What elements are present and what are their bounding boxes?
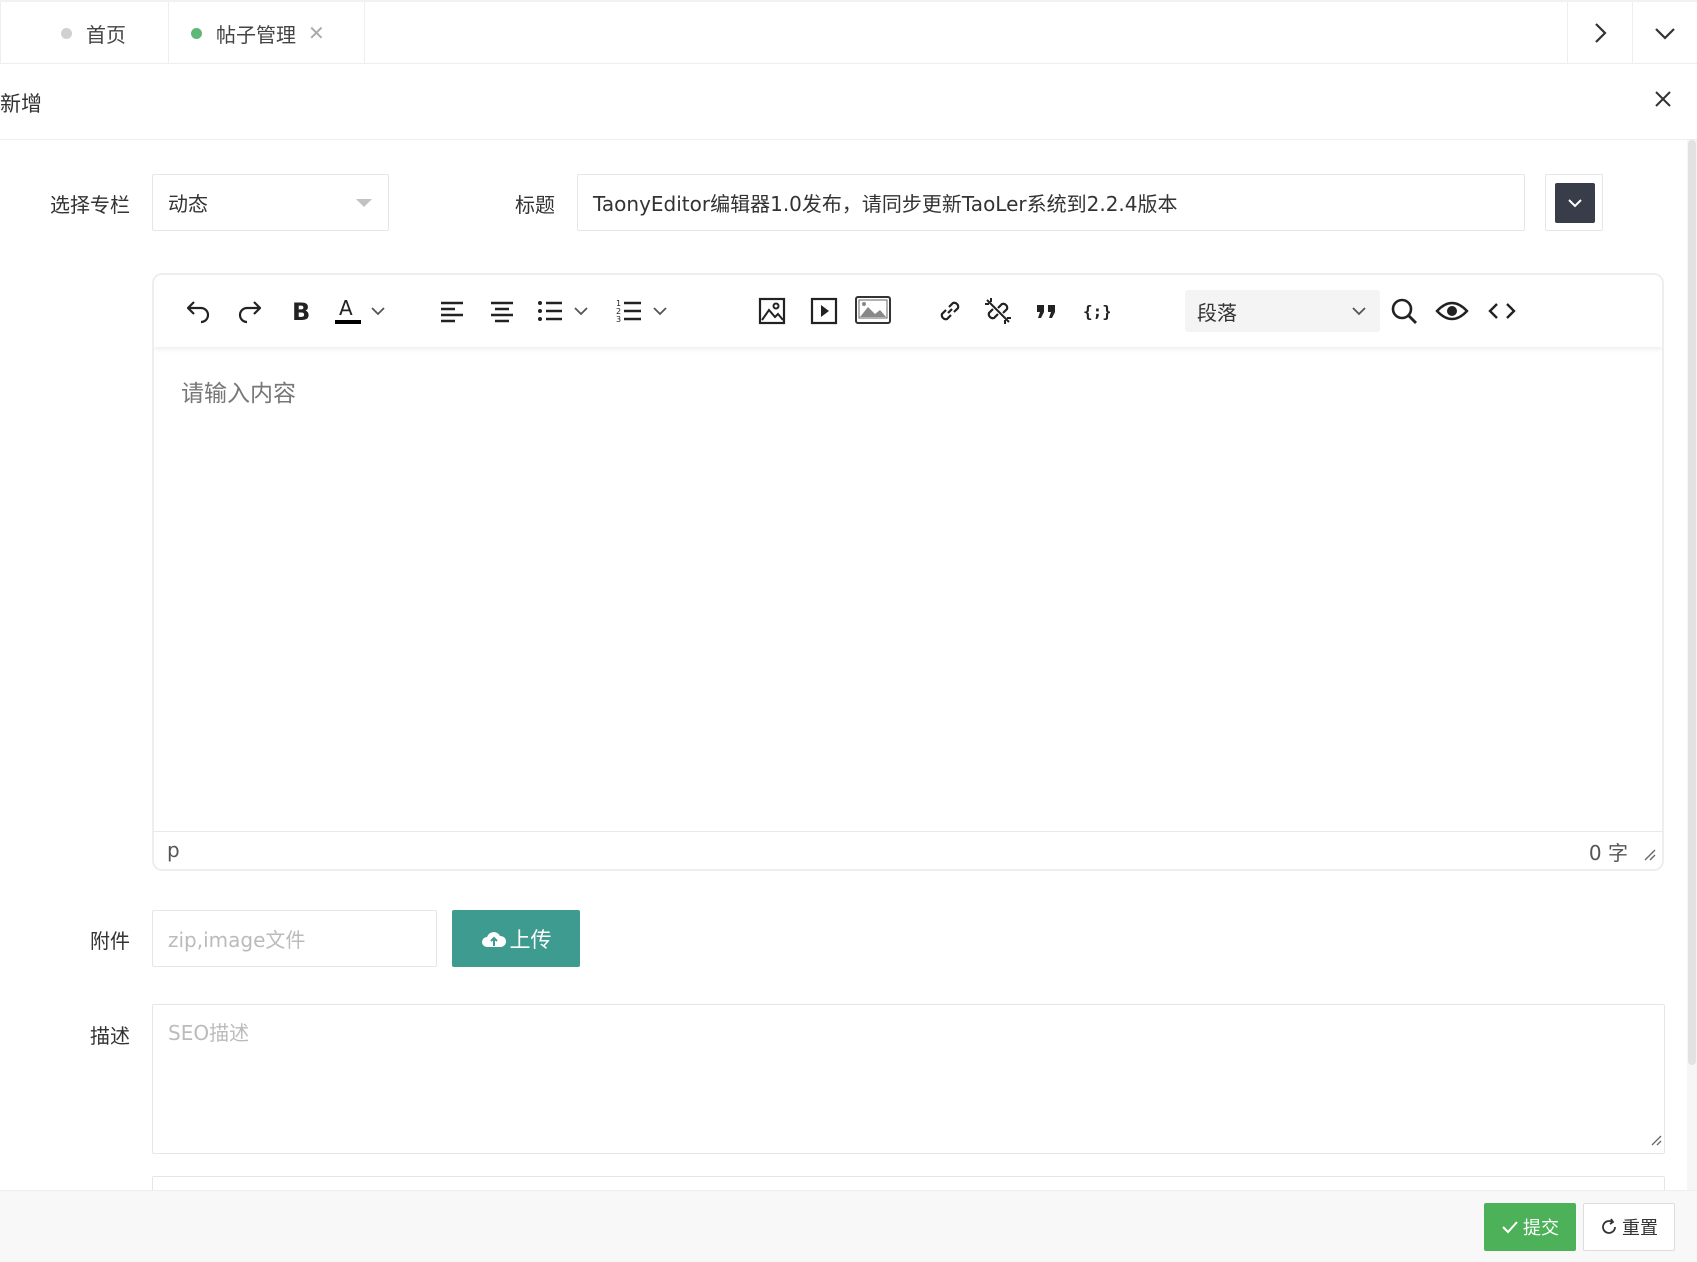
word-count: 0 字 [1588,841,1628,865]
tab-scroll-right-icon[interactable] [1567,2,1632,64]
tab-dot [191,27,202,39]
video-icon[interactable] [806,293,842,329]
chevron-down-icon [1350,301,1368,325]
font-color-chevron-down-icon[interactable] [368,301,388,321]
tab-close-icon[interactable]: ✕ [308,23,325,43]
upload-button[interactable]: 上传 [452,910,580,967]
search-icon[interactable] [1386,293,1422,329]
code-icon[interactable]: {;} [1078,293,1114,329]
submit-button[interactable]: 提交 [1484,1203,1576,1251]
description-textarea[interactable]: SEO描述 [152,1004,1665,1154]
block-format-select[interactable]: 段落 [1185,290,1380,332]
close-icon[interactable] [1650,86,1676,112]
column-label: 选择专栏 [50,193,130,217]
check-icon [1502,1221,1518,1234]
caret-down-icon [356,199,372,207]
svg-text:B: B [292,298,310,324]
bullet-list-icon[interactable] [532,293,568,329]
numbered-list-chevron-down-icon[interactable] [650,301,670,321]
reset-label: 重置 [1622,1218,1658,1239]
refresh-icon [1602,1218,1616,1234]
preview-icon[interactable] [1434,293,1470,329]
resize-grip-icon[interactable] [1650,1127,1662,1151]
attachment-placeholder: zip,image文件 [168,928,306,952]
resize-handle-icon[interactable] [1642,846,1656,865]
block-format-value: 段落 [1197,300,1237,325]
editor-toolbar: B A 123 {;} 段落 [154,275,1662,347]
numbered-list-icon[interactable]: 123 [611,293,647,329]
tab-post-management[interactable]: 帖子管理 ✕ [169,2,365,64]
column-select-value: 动态 [168,192,208,216]
blockquote-icon[interactable] [1029,293,1065,329]
unlink-icon[interactable] [980,293,1016,329]
element-path[interactable]: p [167,838,180,862]
description-label: 描述 [90,1024,130,1048]
reset-button[interactable]: 重置 [1583,1203,1675,1251]
source-code-icon[interactable] [1484,293,1520,329]
tab-menu-chevron-down-icon[interactable] [1632,2,1697,64]
title-input[interactable]: TaonyEditor编辑器1.0发布，请同步更新TaoLer系统到2.2.4版… [577,174,1525,231]
undo-icon[interactable] [180,293,216,329]
gallery-icon[interactable] [855,293,891,329]
svg-text:3: 3 [616,315,621,324]
upload-label: 上传 [509,927,552,952]
title-dropdown [1545,174,1603,231]
rich-text-editor: B A 123 {;} 段落 请输入内容 p 0 字 [152,273,1664,871]
image-icon[interactable] [754,293,790,329]
attachment-label: 附件 [90,929,130,953]
scrollbar-thumb[interactable] [1688,140,1696,1065]
tab-home[interactable]: 首页 [0,2,169,64]
editor-content-area[interactable]: 请输入内容 [154,347,1662,827]
align-center-icon[interactable] [484,293,520,329]
description-placeholder: SEO描述 [168,1021,250,1045]
svg-text:A: A [339,296,353,320]
title-input-value: TaonyEditor编辑器1.0发布，请同步更新TaoLer系统到2.2.4版… [593,192,1178,216]
tab-label: 帖子管理 [216,22,296,47]
column-select[interactable]: 动态 [152,174,389,231]
header-divider [0,139,1697,140]
attachment-input[interactable]: zip,image文件 [152,910,437,967]
bold-icon[interactable]: B [282,293,318,329]
font-color-icon[interactable]: A [330,293,366,329]
editor-placeholder: 请输入内容 [181,381,296,407]
modal-footer [0,1190,1697,1262]
tab-label: 首页 [86,22,126,47]
link-icon[interactable] [932,293,968,329]
title-dropdown-button[interactable] [1555,183,1595,223]
submit-label: 提交 [1523,1218,1559,1239]
svg-text:{;}: {;} [1083,302,1110,321]
title-label: 标题 [515,193,555,217]
bullet-list-chevron-down-icon[interactable] [571,301,591,321]
redo-icon[interactable] [232,293,268,329]
editor-statusbar: p 0 字 [154,831,1662,869]
align-left-icon[interactable] [434,293,470,329]
tab-dot [61,27,72,39]
modal-title: 新增 [0,92,42,116]
tab-bar: 首页 帖子管理 ✕ [0,0,1697,64]
cloud-upload-icon [481,931,506,947]
